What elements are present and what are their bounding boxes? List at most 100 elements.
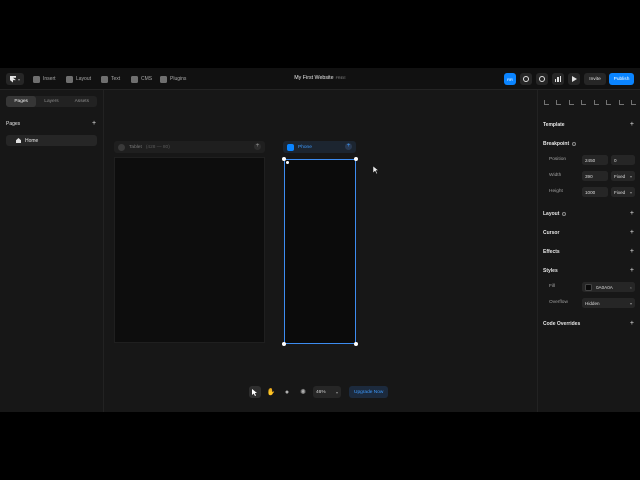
analytics-icon <box>555 76 561 82</box>
resize-handle[interactable] <box>354 157 358 161</box>
page-item-label: Home <box>25 137 39 144</box>
width-mode-select[interactable]: Fixed ▾ <box>611 171 635 181</box>
add-layout-button[interactable]: + <box>630 210 634 217</box>
invite-button[interactable]: Invite <box>584 73 606 85</box>
add-effect-button[interactable]: + <box>630 248 634 255</box>
settings-button[interactable] <box>536 73 548 85</box>
publish-button[interactable]: Publish <box>609 73 634 85</box>
project-name: My First Website <box>294 75 334 81</box>
properties-panel: Template + Breakpoint Position 2450 0 Wi… <box>537 90 640 412</box>
chevron-down-icon: ▾ <box>629 173 632 179</box>
align-center-v-icon[interactable] <box>606 100 612 105</box>
add-breakpoint-button[interactable]: + <box>254 143 261 150</box>
pointer-icon <box>252 388 257 396</box>
pages-section-title: Pages <box>6 121 21 127</box>
breakpoint-title: Breakpoint <box>543 141 570 147</box>
theme-toggle-button[interactable]: ✺ <box>297 386 309 398</box>
tab-layers[interactable]: Layers <box>36 96 66 107</box>
breakpoint-section: Breakpoint <box>543 141 577 147</box>
fill-color-swatch[interactable] <box>585 283 592 291</box>
height-input[interactable]: 1000 <box>582 187 608 197</box>
chevron-down-icon: ▾ <box>629 189 632 195</box>
add-breakpoint-button[interactable]: + <box>345 143 352 150</box>
add-style-button[interactable]: + <box>630 267 634 274</box>
add-page-button[interactable]: + <box>92 120 96 127</box>
add-template-button[interactable]: + <box>630 121 634 128</box>
tablet-breakpoint-label[interactable]: Tablet (428 — 80) + <box>114 141 265 153</box>
corner-radius-handle[interactable] <box>286 161 289 164</box>
bottom-toolbar: ✋ ● ✺ 46% ▾ Upgrade Now <box>249 385 389 399</box>
fill-color-input[interactable]: 0A0A0A × <box>582 282 635 292</box>
preview-button[interactable] <box>568 73 580 85</box>
phone-breakpoint-label[interactable]: Phone + <box>283 141 356 153</box>
avatar[interactable]: RR <box>504 73 516 85</box>
site-settings-button[interactable] <box>520 73 532 85</box>
info-icon[interactable] <box>572 141 577 146</box>
width-label: Width <box>549 173 562 178</box>
resize-handle[interactable] <box>282 342 286 346</box>
align-left-icon[interactable] <box>544 100 549 105</box>
width-value: 390 <box>585 173 593 179</box>
height-mode-value: Fixed <box>614 189 626 195</box>
phone-frame-selected[interactable] <box>284 159 356 344</box>
layout-title: Layout <box>543 211 560 217</box>
mouse-cursor-icon <box>373 166 379 174</box>
info-icon[interactable] <box>562 211 567 216</box>
width-input[interactable]: 390 <box>582 171 608 181</box>
add-cursor-button[interactable]: + <box>630 229 634 236</box>
chevron-down-icon: ▾ <box>335 389 338 395</box>
hand-tool-button[interactable]: ✋ <box>265 386 277 398</box>
width-mode-value: Fixed <box>614 173 626 179</box>
add-code-override-button[interactable]: + <box>630 320 634 327</box>
avatar-initials: RR <box>507 76 513 82</box>
page-item-home[interactable]: Home <box>6 135 97 146</box>
overflow-select[interactable]: Hidden ▾ <box>582 298 635 308</box>
canvas[interactable]: Tablet (428 — 80) + Phone + ✋ ● ✺ 46% ▾ … <box>104 90 537 412</box>
upgrade-button[interactable]: Upgrade Now <box>349 386 389 398</box>
position-y-value: 0 <box>614 157 617 163</box>
home-icon <box>16 138 21 143</box>
distribute-h-icon[interactable] <box>581 100 587 105</box>
zoom-value: 46% <box>316 389 326 395</box>
height-label: Height <box>549 189 563 194</box>
resize-handle[interactable] <box>282 157 286 161</box>
code-overrides-section[interactable]: Code Overrides <box>543 321 580 327</box>
remove-icon[interactable]: × <box>630 285 632 290</box>
distribute-v-icon[interactable] <box>630 100 636 105</box>
position-y-input[interactable]: 0 <box>611 155 635 165</box>
globe-icon <box>523 76 529 82</box>
cursor-section[interactable]: Cursor <box>543 230 559 236</box>
play-icon <box>287 143 294 151</box>
template-section[interactable]: Template <box>543 122 565 128</box>
align-bottom-icon[interactable] <box>618 100 624 105</box>
top-bar: ▾ Insert Layout Text CMS Plugins My Firs… <box>0 68 640 90</box>
tablet-frame[interactable] <box>114 157 265 343</box>
comment-icon: ● <box>284 388 290 396</box>
align-top-icon[interactable] <box>593 100 599 105</box>
align-center-h-icon[interactable] <box>556 100 562 105</box>
select-tool-button[interactable] <box>249 386 261 398</box>
play-icon <box>571 76 577 82</box>
analytics-button[interactable] <box>552 73 564 85</box>
tab-assets[interactable]: Assets <box>67 96 97 107</box>
zoom-dropdown[interactable]: 46% ▾ <box>313 386 341 398</box>
effects-section[interactable]: Effects <box>543 249 560 255</box>
tablet-label-text: Tablet <box>129 144 142 150</box>
phone-label-text: Phone <box>298 144 312 150</box>
align-right-icon[interactable] <box>568 100 574 105</box>
tab-pages[interactable]: Pages <box>6 96 37 107</box>
height-mode-select[interactable]: Fixed ▾ <box>611 187 635 197</box>
hand-icon: ✋ <box>266 389 276 396</box>
styles-section[interactable]: Styles <box>543 268 558 274</box>
chevron-down-icon: ▾ <box>629 300 632 306</box>
resize-handle[interactable] <box>354 342 358 346</box>
sun-icon: ✺ <box>300 389 306 396</box>
position-x-input[interactable]: 2450 <box>582 155 608 165</box>
left-panel-tabs: Pages Layers Assets <box>6 96 97 107</box>
invite-label: Invite <box>589 76 601 82</box>
overflow-value: Hidden <box>585 300 600 306</box>
comment-tool-button[interactable]: ● <box>281 386 293 398</box>
overflow-label: Overflow <box>549 300 568 305</box>
layout-section[interactable]: Layout <box>543 211 567 217</box>
plan-badge: FREE <box>335 76 346 80</box>
